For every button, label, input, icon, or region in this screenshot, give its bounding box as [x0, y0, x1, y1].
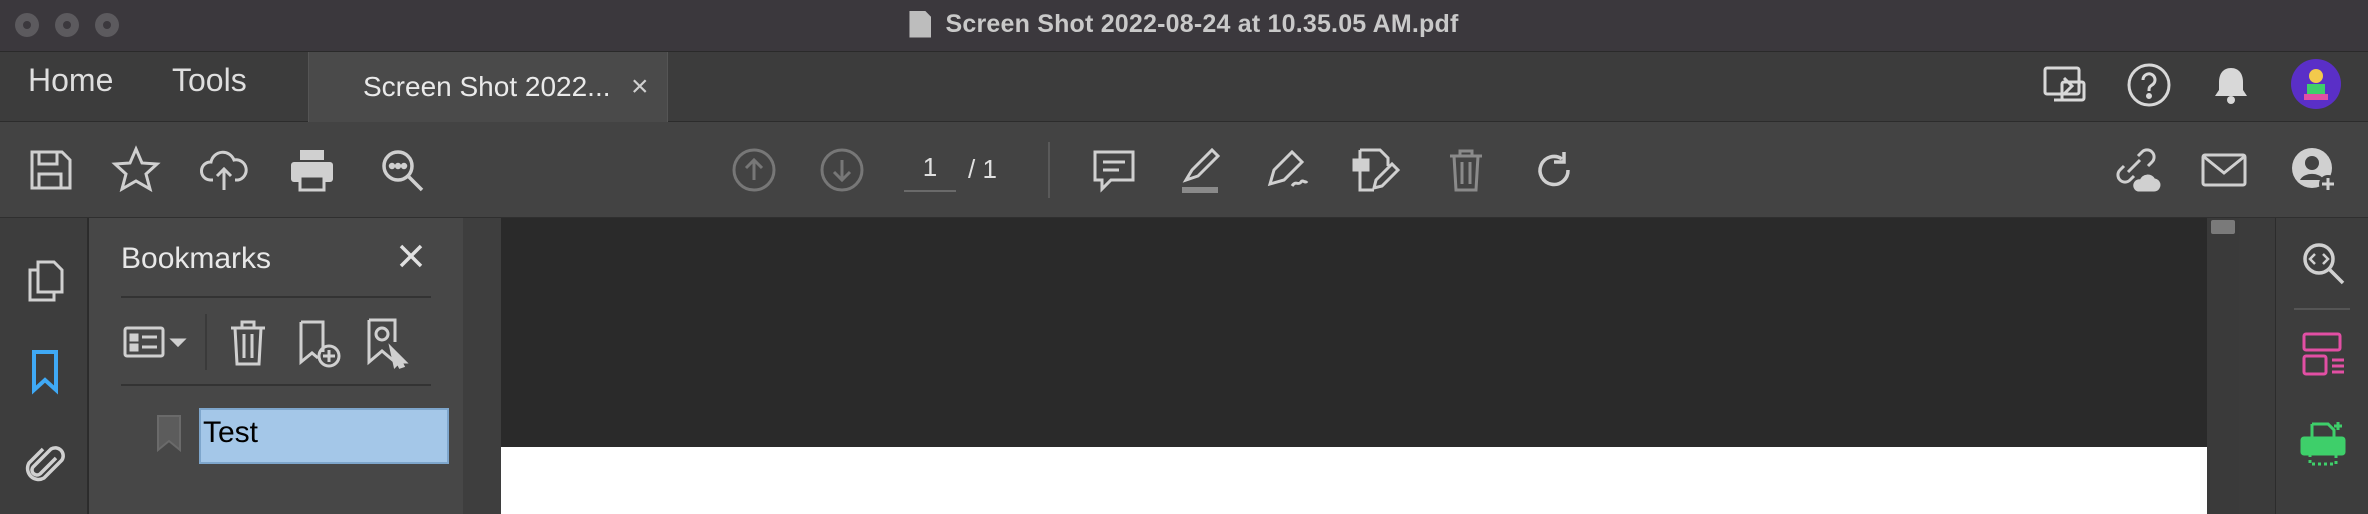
star-icon[interactable] [110, 144, 162, 196]
main-toolbar: 1 / 1 [0, 122, 2368, 218]
print-production-icon[interactable] [2298, 418, 2348, 468]
window-title: Screen Shot 2022-08-24 at 10.35.05 AM.pd… [945, 9, 1459, 38]
close-panel-button[interactable] [389, 234, 433, 278]
bookmark-item[interactable]: Test [199, 408, 449, 464]
close-tab-button[interactable]: × [631, 70, 649, 104]
bookmark-add-icon[interactable] [291, 314, 345, 370]
paperclip-icon[interactable] [20, 440, 70, 490]
help-icon[interactable] [2124, 60, 2174, 115]
edit-document-icon[interactable] [1350, 144, 1402, 196]
panel-divider [121, 296, 431, 298]
organize-pages-icon[interactable] [2298, 330, 2348, 380]
panel-divider [121, 384, 431, 386]
right-gutter [2239, 218, 2275, 514]
bookmark-icon[interactable] [20, 346, 70, 396]
save-icon[interactable] [24, 144, 76, 196]
highlighter-icon[interactable] [1174, 144, 1226, 196]
toolbar-divider [1048, 142, 1050, 198]
trash-icon[interactable] [223, 314, 273, 370]
pdf-page[interactable] [501, 447, 2207, 514]
rotate-icon[interactable] [1528, 144, 1580, 196]
vertical-scrollbar[interactable] [2207, 218, 2239, 514]
tab-home[interactable]: Home [28, 62, 113, 99]
search-zoom-icon[interactable] [376, 144, 428, 196]
bookmark-item-icon [155, 414, 183, 453]
panel-tool-divider [205, 314, 207, 370]
avatar[interactable] [2290, 58, 2342, 115]
zoom-icon[interactable] [2298, 238, 2348, 288]
right-rail-divider [2294, 308, 2350, 310]
arrow-down-circle-icon[interactable] [816, 144, 868, 196]
page-total-label: / 1 [968, 154, 997, 184]
panel-gutter [463, 218, 501, 514]
bookmarks-panel-title: Bookmarks [121, 242, 272, 275]
tab-document[interactable]: Screen Shot 2022... × [308, 52, 668, 122]
title-bar: Screen Shot 2022-08-24 at 10.35.05 AM.pd… [0, 0, 2368, 52]
page-number-input[interactable]: 1 [904, 152, 956, 192]
bell-icon[interactable] [2206, 60, 2256, 115]
bookmarks-panel: Bookmarks Test [89, 218, 463, 514]
left-navigation-rail [0, 218, 88, 514]
bookmark-search-icon[interactable] [361, 314, 415, 370]
tab-tools[interactable]: Tools [172, 62, 247, 99]
trash-icon[interactable] [1440, 144, 1492, 196]
document-icon [909, 10, 932, 38]
scrollbar-thumb[interactable] [2211, 220, 2235, 234]
share-screen-icon[interactable] [2040, 60, 2090, 115]
cloud-upload-icon[interactable] [198, 144, 250, 196]
pen-sign-icon[interactable] [1262, 144, 1314, 196]
options-list-icon[interactable] [121, 314, 191, 370]
envelope-icon[interactable] [2198, 144, 2250, 196]
right-tools-rail [2275, 218, 2368, 514]
print-icon[interactable] [286, 144, 338, 196]
arrow-up-circle-icon[interactable] [728, 144, 780, 196]
document-tab-label: Screen Shot 2022... [363, 71, 611, 102]
link-cloud-icon[interactable] [2110, 144, 2162, 196]
pages-icon[interactable] [20, 256, 70, 306]
tab-bar: Home Tools Screen Shot 2022... × [0, 52, 2368, 122]
add-user-icon[interactable] [2288, 144, 2340, 196]
comment-icon[interactable] [1088, 144, 1140, 196]
